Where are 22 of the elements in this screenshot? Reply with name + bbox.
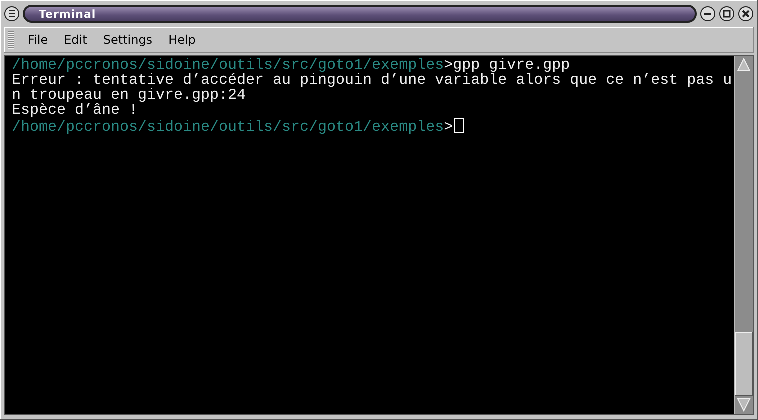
prompt-path: /home/pccronos/sidoine/outils/src/goto1/exemples — [12, 119, 444, 136]
close-icon[interactable] — [738, 6, 754, 22]
prompt-path: /home/pccronos/sidoine/outils/src/goto1/exemples — [12, 57, 444, 74]
window-menu-icon[interactable] — [4, 6, 20, 22]
terminal-text: n troupeau en givre.gpp:24 — [12, 87, 246, 104]
terminal-text: >gpp givre.gpp — [444, 57, 570, 74]
window-title: Terminal — [23, 5, 697, 23]
text-cursor — [454, 118, 464, 133]
maximize-icon[interactable] — [719, 6, 735, 22]
terminal-text: Espèce d’âne ! — [12, 102, 138, 119]
menu-item[interactable]: Settings — [95, 33, 161, 47]
terminal-text: Erreur : tentative d’accéder au pingouin d’une variable alors que ce n’est pas u — [12, 72, 732, 89]
scroll-up-icon[interactable] — [735, 56, 753, 74]
menu-item[interactable]: Edit — [56, 33, 96, 47]
minimize-icon[interactable] — [700, 6, 716, 22]
scrollbar[interactable] — [734, 56, 753, 414]
menu-item[interactable]: File — [20, 33, 56, 47]
terminal-text: > — [444, 119, 454, 136]
terminal-area[interactable] — [5, 56, 734, 414]
scroll-thumb[interactable] — [735, 332, 753, 396]
menu-item[interactable]: Help — [160, 33, 204, 47]
grip-handle[interactable] — [8, 31, 14, 49]
